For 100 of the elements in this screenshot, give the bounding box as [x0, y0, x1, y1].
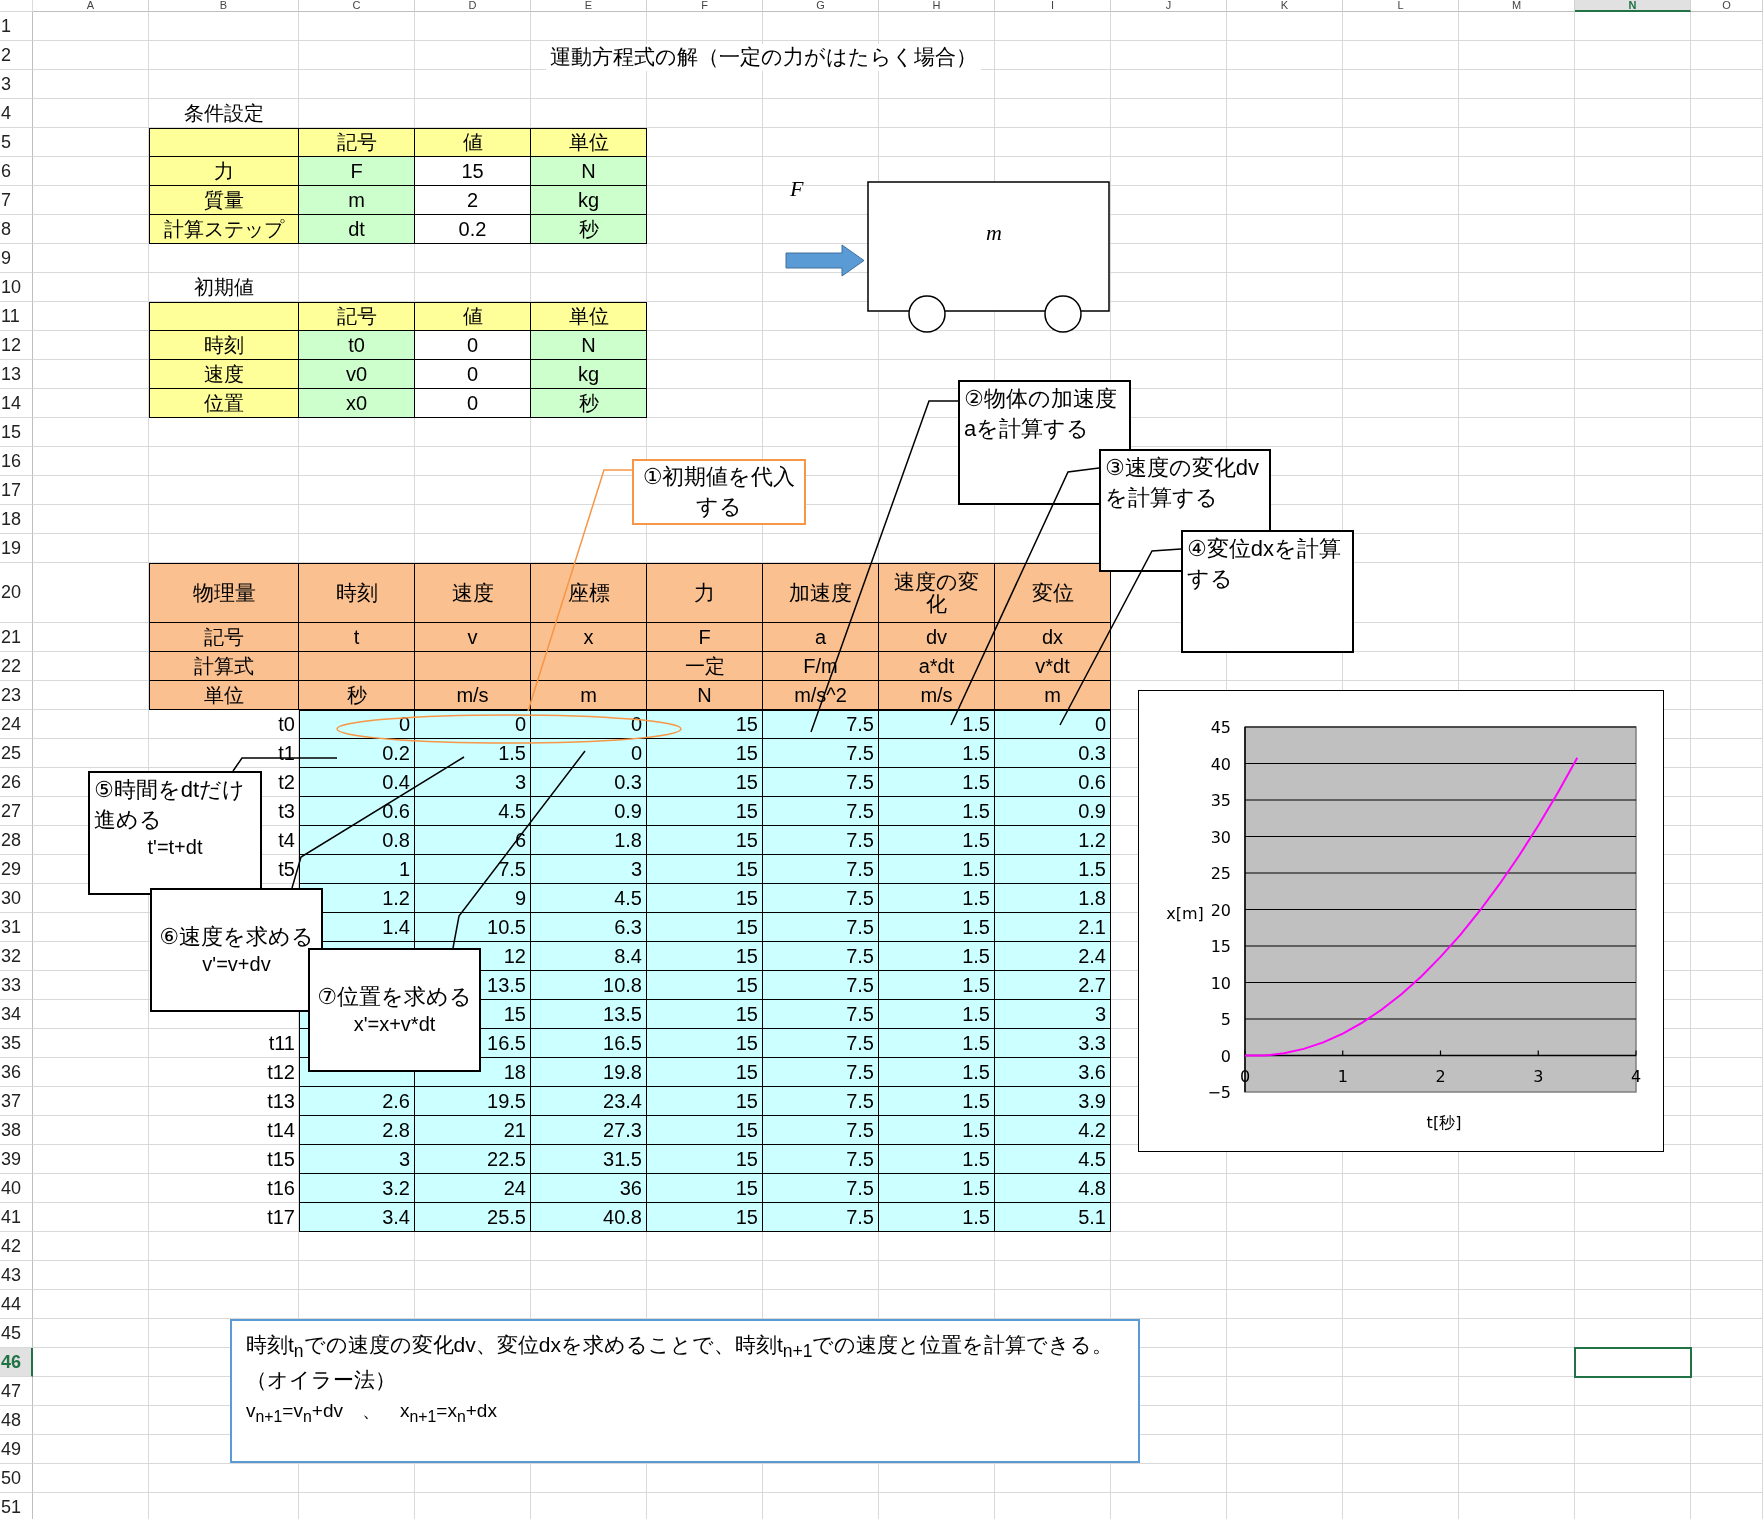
row-header[interactable]: 8: [0, 215, 33, 244]
table-cell: kg: [531, 360, 647, 389]
row-header[interactable]: 11: [0, 302, 33, 331]
row-header[interactable]: 21: [0, 623, 33, 652]
tick-label: 0: [1220, 1046, 1231, 1066]
column-header[interactable]: N: [1575, 0, 1691, 12]
row-header[interactable]: 38: [0, 1116, 33, 1145]
table-cell: 1.5: [879, 855, 995, 884]
column-header[interactable]: B: [149, 0, 299, 12]
column-header[interactable]: M: [1459, 0, 1575, 12]
row-header[interactable]: 17: [0, 476, 33, 505]
row-header[interactable]: 24: [0, 710, 33, 739]
tick-label: 2: [1435, 1066, 1446, 1086]
row-header[interactable]: 31: [0, 913, 33, 942]
row-label: t3: [278, 801, 295, 822]
row-header[interactable]: 32: [0, 942, 33, 971]
tick-label: 40: [1210, 754, 1231, 774]
table-cell: 2.6: [299, 1087, 415, 1116]
row-header[interactable]: 4: [0, 99, 33, 128]
column-header[interactable]: L: [1343, 0, 1459, 12]
row-header[interactable]: 19: [0, 534, 33, 563]
column-header[interactable]: K: [1227, 0, 1343, 12]
row-label: t5: [278, 859, 295, 880]
row-header[interactable]: 47: [0, 1377, 33, 1406]
table-cell: dt: [299, 215, 415, 244]
row-header[interactable]: 12: [0, 331, 33, 360]
table-cell: 15: [647, 710, 763, 739]
table-cell: dx: [995, 623, 1111, 652]
table-cell: 15: [647, 1000, 763, 1029]
row-header[interactable]: 40: [0, 1174, 33, 1203]
row-label: t17: [267, 1207, 295, 1228]
row-header[interactable]: 1: [0, 12, 33, 41]
row-header[interactable]: 22: [0, 652, 33, 681]
callout-formula: t'=t+dt: [147, 835, 203, 861]
row-header[interactable]: 15: [0, 418, 33, 447]
row-header[interactable]: 9: [0, 244, 33, 273]
row-header[interactable]: 41: [0, 1203, 33, 1232]
column-header[interactable]: E: [531, 0, 647, 12]
row-header[interactable]: 36: [0, 1058, 33, 1087]
row-header[interactable]: 14: [0, 389, 33, 418]
table-cell: 7.5: [763, 768, 879, 797]
row-header[interactable]: 34: [0, 1000, 33, 1029]
callout-text: ⑤時間をdtだけ進める: [94, 776, 247, 834]
row-header[interactable]: 35: [0, 1029, 33, 1058]
table-cell: 0.2: [299, 739, 415, 768]
row-header[interactable]: 23: [0, 681, 33, 710]
row-header[interactable]: 48: [0, 1406, 33, 1435]
row-header[interactable]: 39: [0, 1145, 33, 1174]
row-header[interactable]: 25: [0, 739, 33, 768]
table-cell: 0: [531, 710, 647, 739]
row-header[interactable]: 2: [0, 41, 33, 70]
row-header[interactable]: 26: [0, 768, 33, 797]
row-header[interactable]: 13: [0, 360, 33, 389]
row-header[interactable]: 20: [0, 563, 33, 623]
row-header[interactable]: 44: [0, 1290, 33, 1319]
row-header[interactable]: 51: [0, 1493, 33, 1519]
column-header[interactable]: D: [415, 0, 531, 12]
row-header[interactable]: 49: [0, 1435, 33, 1464]
table-cell: 2.7: [995, 971, 1111, 1000]
column-header[interactable]: J: [1111, 0, 1227, 12]
table-cell: 秒: [531, 389, 647, 418]
table-cell: 1.5: [879, 710, 995, 739]
table-cell: 1.5: [879, 1174, 995, 1203]
column-header[interactable]: I: [995, 0, 1111, 12]
table-cell: 0: [415, 710, 531, 739]
row-header[interactable]: 5: [0, 128, 33, 157]
table-cell: 1.5: [879, 1087, 995, 1116]
row-header[interactable]: 37: [0, 1087, 33, 1116]
row-header[interactable]: 10: [0, 273, 33, 302]
table-cell: 40.8: [531, 1203, 647, 1232]
row-header[interactable]: 50: [0, 1464, 33, 1493]
row-header[interactable]: 27: [0, 797, 33, 826]
row-header[interactable]: 42: [0, 1232, 33, 1261]
row-header[interactable]: 45: [0, 1319, 33, 1348]
table-cell: 7.5: [763, 913, 879, 942]
column-header[interactable]: A: [33, 0, 149, 12]
tick-label: −5: [1207, 1083, 1231, 1102]
row-header[interactable]: 6: [0, 157, 33, 186]
row-header[interactable]: 33: [0, 971, 33, 1000]
table-cell: 7.5: [763, 1029, 879, 1058]
row-header[interactable]: 46: [0, 1348, 33, 1377]
row-header[interactable]: 28: [0, 826, 33, 855]
row-header[interactable]: 29: [0, 855, 33, 884]
column-header[interactable]: C: [299, 0, 415, 12]
column-header[interactable]: F: [647, 0, 763, 12]
row-header[interactable]: 30: [0, 884, 33, 913]
section-heading: 条件設定: [184, 103, 264, 124]
table-cell: 3: [995, 1000, 1111, 1029]
row-header[interactable]: 7: [0, 186, 33, 215]
column-header[interactable]: O: [1691, 0, 1763, 12]
table-cell: x0: [299, 389, 415, 418]
table-cell: 7.5: [763, 1058, 879, 1087]
table-cell: 10.5: [415, 913, 531, 942]
table-cell: 0: [299, 710, 415, 739]
row-header[interactable]: 43: [0, 1261, 33, 1290]
row-header[interactable]: 16: [0, 447, 33, 476]
row-header[interactable]: 3: [0, 70, 33, 99]
column-header[interactable]: G: [763, 0, 879, 12]
column-header[interactable]: H: [879, 0, 995, 12]
row-header[interactable]: 18: [0, 505, 33, 534]
